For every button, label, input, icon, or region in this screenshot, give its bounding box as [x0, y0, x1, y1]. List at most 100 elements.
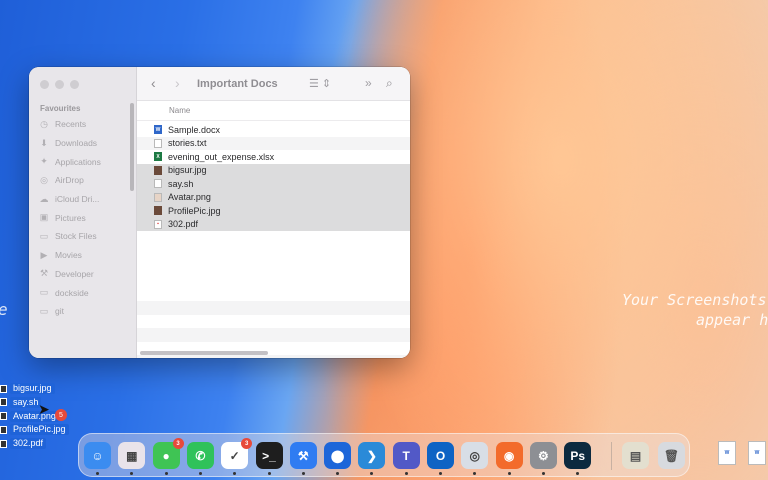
archive-icon[interactable]: ▤: [622, 442, 649, 469]
file-row[interactable]: Xevening_out_expense.xlsx: [137, 150, 410, 164]
dock: ☺ ▦ ● 3 ✆ ✓ 3 >_ ⚒ ⬤ ❯ T O ◎ ◉ ⚙ Ps ▤ 🗑: [78, 433, 690, 477]
desktop-file-icon[interactable]: W: [748, 441, 766, 465]
xlsx-file-icon: X: [154, 152, 162, 162]
file-row[interactable]: W Sample.docx: [137, 123, 410, 137]
maps-pin-icon[interactable]: ⬤: [324, 442, 352, 475]
drag-count-badge: 5: [55, 409, 67, 421]
dock-glyph: >_: [262, 448, 276, 463]
minimize-button[interactable]: [55, 80, 64, 89]
pictures-icon: ▣: [39, 212, 49, 223]
sidebar-item-label: Applications: [55, 156, 101, 167]
sidebar-item-recents[interactable]: ◷ Recents: [39, 115, 134, 134]
file-thumbnail-icon: [0, 398, 7, 407]
file-row[interactable]: ProfilePic.jpg: [137, 204, 410, 218]
dock-glyph: ●: [162, 448, 170, 463]
launchpad-icon[interactable]: ▦: [118, 442, 146, 475]
hint-line-1: Your Screenshots: [622, 291, 767, 309]
sidebar-item-label: git: [55, 306, 64, 317]
folder-icon: ▭: [39, 287, 49, 298]
file-name: evening_out_expense.xlsx: [168, 151, 275, 162]
sidebar-item-movies[interactable]: ▶ Movies: [39, 246, 134, 265]
sidebar-item-label: dockside: [55, 287, 89, 298]
list-view-icon[interactable]: ☰ ⇕: [309, 77, 331, 90]
sidebar-item-developer[interactable]: ⚒ Developer: [39, 265, 134, 284]
drag-item-label: bigsur.jpg: [10, 383, 55, 395]
dock-glyph: ✆: [195, 448, 206, 463]
quicktime-icon[interactable]: ◎: [461, 442, 489, 475]
drag-item: ProfilePic.jpg: [0, 423, 69, 437]
folder-icon: ▭: [39, 305, 49, 316]
dock-glyph: ⚒: [297, 448, 309, 463]
finder-icon[interactable]: ☺: [84, 442, 111, 475]
desktop-file-icon[interactable]: W: [718, 441, 736, 465]
file-thumbnail-icon: [0, 384, 7, 393]
applications-icon: ✦: [40, 156, 48, 167]
running-indicator: [130, 472, 134, 475]
file-row[interactable]: Avatar.png: [137, 190, 410, 204]
airdrop-icon: ◎: [40, 174, 48, 185]
dock-glyph: ◎: [469, 448, 481, 463]
outlook-icon[interactable]: O: [427, 442, 454, 475]
file-row[interactable]: bigsur.jpg: [137, 163, 410, 177]
file-name: 302.pdf: [168, 219, 199, 230]
dock-glyph: ☺: [91, 448, 104, 463]
drag-item-label: Avatar.png: [10, 410, 59, 422]
file-thumbnail-icon: [0, 412, 7, 421]
sidebar-list: ◷ Recents ⬇ Downloads ✦ Applications ◎ AirDrop ☁…: [39, 115, 134, 321]
sidebar-item-label: Recents: [55, 119, 87, 130]
firefox-icon[interactable]: ◉: [495, 442, 523, 475]
dock-glyph: ⚙: [538, 448, 549, 463]
sidebar-item-dockside[interactable]: ▭ dockside: [39, 283, 134, 302]
file-row[interactable]: say.sh: [137, 177, 410, 191]
file-list: W Sample.docx stories.txt Xevening_out_expe…: [137, 123, 410, 231]
sidebar-item-label: AirDrop: [55, 175, 84, 186]
sidebar-item-stock-files[interactable]: ▭ Stock Files: [39, 227, 134, 246]
drag-item: bigsur.jpg: [0, 382, 69, 396]
sidebar-item-applications[interactable]: ✦ Applications: [39, 152, 134, 171]
clock-icon: ◷: [40, 118, 48, 129]
photoshop-icon[interactable]: Ps: [564, 442, 592, 475]
search-icon[interactable]: ⌕: [386, 76, 393, 91]
screenshots-hint: Your Screenshots appear he: [622, 290, 768, 330]
messages-icon[interactable]: ● 3: [152, 438, 184, 475]
back-chevron-icon[interactable]: ‹: [151, 75, 156, 91]
running-indicator: [439, 472, 442, 475]
vscode-icon[interactable]: ❯: [358, 442, 386, 475]
sidebar-scrollbar[interactable]: [130, 103, 134, 191]
teams-icon[interactable]: T: [392, 442, 420, 475]
name-column-header[interactable]: Name: [137, 101, 410, 121]
file-name: say.sh: [168, 178, 194, 189]
whatsapp-icon[interactable]: ✆: [186, 442, 214, 475]
xcode-icon[interactable]: ⚒: [289, 442, 317, 475]
sidebar-item-airdrop[interactable]: ◎ AirDrop: [39, 171, 134, 190]
tasks-icon[interactable]: ✓ 3: [221, 438, 253, 475]
running-indicator: [370, 472, 374, 475]
close-button[interactable]: [40, 80, 49, 89]
sidebar-item-downloads[interactable]: ⬇ Downloads: [39, 134, 134, 153]
file-row[interactable]: stories.txt: [137, 136, 410, 150]
running-indicator: [336, 472, 340, 475]
sidebar-item-icloud-dri[interactable]: ☁ iCloud Dri...: [39, 190, 134, 209]
more-chevrons-icon[interactable]: »: [365, 76, 372, 90]
running-indicator: [198, 472, 202, 475]
zoom-button[interactable]: [70, 80, 79, 89]
system-settings-icon[interactable]: ⚙: [529, 442, 557, 475]
forward-chevron-icon[interactable]: ›: [175, 75, 180, 91]
sidebar-item-pictures[interactable]: ▣ Pictures: [39, 208, 134, 227]
running-indicator: [164, 472, 168, 475]
finder-window[interactable]: Favourites ◷ Recents ⬇ Downloads ✦ Applicatio…: [29, 67, 410, 358]
file-row[interactable]: ▪ 302.pdf: [137, 217, 410, 231]
horizontal-scrollbar[interactable]: [140, 351, 268, 355]
drag-item-label: 302.pdf: [10, 438, 47, 449]
sidebar-item-git[interactable]: ▭ git: [39, 302, 134, 321]
running-indicator: [267, 472, 271, 475]
trash-icon[interactable]: 🗑: [658, 442, 685, 469]
dock-glyph: ✓: [229, 448, 240, 463]
window-controls[interactable]: [40, 80, 79, 89]
sidebar-item-label: Pictures: [55, 212, 86, 223]
sidebar-item-label: Stock Files: [55, 231, 97, 242]
dock-glyph: ▦: [126, 448, 138, 463]
running-indicator: [473, 472, 477, 475]
finder-sidebar: Favourites ◷ Recents ⬇ Downloads ✦ Applicatio…: [29, 67, 137, 358]
terminal-icon[interactable]: >_: [255, 442, 283, 475]
